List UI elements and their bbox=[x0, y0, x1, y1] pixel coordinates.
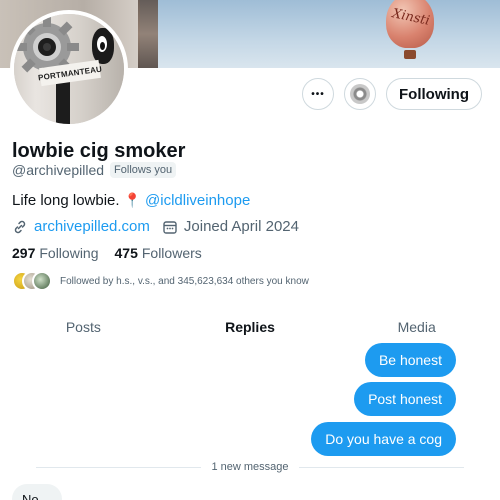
avatar-figure-pupil bbox=[100, 42, 105, 50]
website-link[interactable]: archivepilled.com bbox=[34, 218, 150, 235]
bio-text: Life long lowbie. bbox=[12, 192, 120, 209]
link-icon bbox=[14, 220, 26, 233]
divider-line bbox=[36, 466, 202, 468]
profile-avatar[interactable]: PORTMANTEAU bbox=[10, 10, 128, 128]
profile-meta: archivepilled.com Joined April 2024 bbox=[12, 218, 299, 235]
followers-label: Followers bbox=[141, 245, 202, 261]
followers-count-link[interactable]: 475 Followers bbox=[115, 245, 202, 261]
banner-statue bbox=[138, 0, 158, 68]
tab-posts[interactable]: Posts bbox=[0, 310, 167, 344]
message-bubble[interactable]: Post honest bbox=[354, 382, 456, 416]
followed-by-text: Followed by h.s., v.s., and 345,623,634 … bbox=[60, 275, 309, 287]
profile-actions: ••• Following bbox=[302, 78, 482, 110]
profile-tabs: Posts Replies Media bbox=[0, 310, 500, 344]
joined-date: Joined April 2024 bbox=[183, 218, 299, 235]
incoming-message-bubble[interactable]: No bbox=[12, 484, 62, 500]
more-icon: ••• bbox=[311, 88, 325, 100]
divider-line bbox=[298, 466, 465, 468]
follow-counts: 297 Following 475 Followers bbox=[12, 245, 202, 261]
more-button[interactable]: ••• bbox=[302, 78, 335, 110]
followed-by-avatars bbox=[12, 271, 52, 291]
avatar bbox=[32, 271, 52, 291]
notify-icon bbox=[350, 84, 371, 104]
balloon-basket bbox=[404, 50, 416, 59]
follows-you-badge: Follows you bbox=[110, 162, 177, 178]
pin-icon: 📍 bbox=[123, 192, 142, 208]
website-item: archivepilled.com bbox=[12, 218, 150, 235]
followers-count: 475 bbox=[114, 245, 138, 261]
calendar-icon bbox=[163, 220, 177, 234]
message-bubble[interactable]: Be honest bbox=[364, 343, 456, 377]
display-name: lowbie cig smoker bbox=[12, 140, 186, 162]
joined-item: Joined April 2024 bbox=[162, 218, 299, 235]
notify-button[interactable] bbox=[344, 78, 377, 110]
bio-mention-link[interactable]: @icldliveinhope bbox=[145, 192, 250, 209]
followed-by-row[interactable]: Followed by h.s., v.s., and 345,623,634 … bbox=[12, 271, 309, 291]
following-button[interactable]: Following bbox=[386, 78, 482, 110]
new-message-label: 1 new message bbox=[211, 461, 289, 473]
handle-row: @archivepilled Follows you bbox=[12, 162, 177, 178]
user-handle: @archivepilled bbox=[12, 162, 105, 178]
new-message-divider: 1 new message bbox=[36, 461, 465, 473]
tab-replies[interactable]: Replies bbox=[167, 310, 334, 344]
message-bubble[interactable]: Do you have a cog bbox=[311, 422, 456, 456]
following-count-link[interactable]: 297 Following bbox=[12, 245, 99, 261]
tab-media[interactable]: Media bbox=[333, 310, 500, 344]
following-label: Following bbox=[39, 245, 99, 261]
following-count: 297 bbox=[12, 245, 36, 261]
profile-bio: Life long lowbie. 📍 @icldliveinhope bbox=[12, 192, 250, 209]
